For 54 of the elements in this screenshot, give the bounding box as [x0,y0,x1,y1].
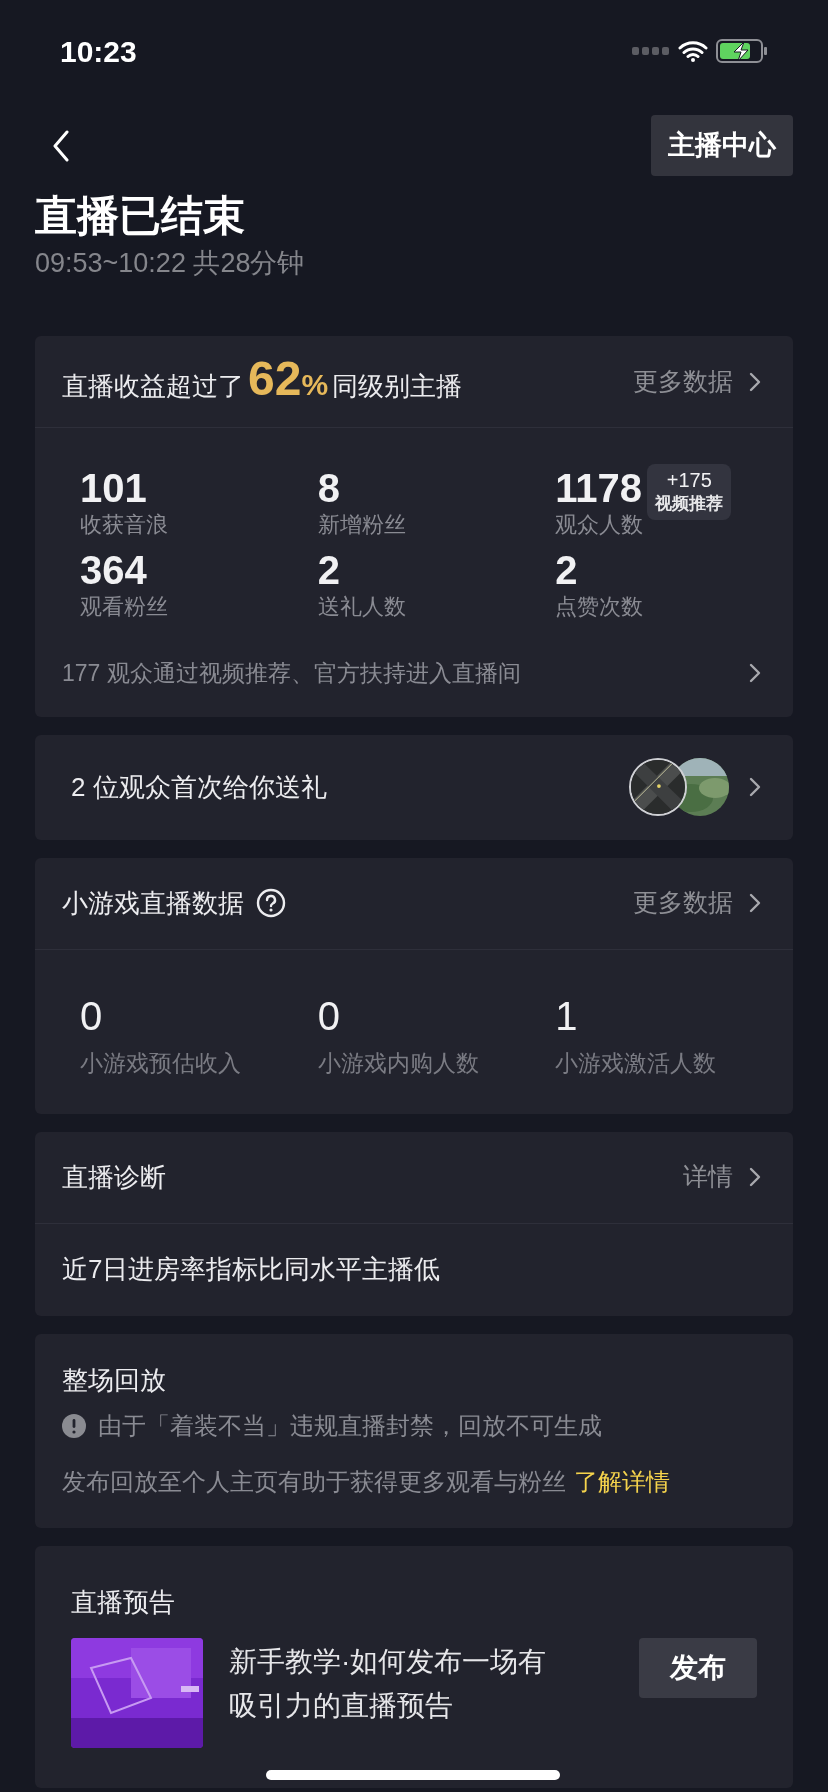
chevron-right-icon [749,777,761,797]
card-title: 直播诊断 [62,1160,166,1194]
chevron-right-icon [749,663,761,684]
stat-label: 小游戏内购人数 [317,1048,480,1078]
stat-label: 收获音浪 [80,511,168,539]
stat-value: 1 [555,992,579,1040]
stat-value: 364 [80,548,148,592]
help-icon[interactable] [256,888,286,918]
warning-icon [62,1413,86,1438]
stat-value: 8 [317,466,341,510]
badge-label: 视频推荐 [655,493,724,515]
stat-label: 新增粉丝 [317,511,406,539]
signal-icon [632,47,670,55]
details-link[interactable]: 详情 [683,1158,733,1196]
gift-text: 2 位观众首次给你送礼 [71,770,327,804]
chevron-right-icon [749,893,761,913]
stat-label: 观众人数 [555,511,644,539]
chevron-right-icon [749,371,761,392]
learn-more-link[interactable]: 了解详情 [574,1463,670,1500]
stream-time: 09:53~10:22 共28分钟 [35,247,306,280]
card-title: 小游戏直播数据 [62,886,244,920]
more-data-link[interactable]: 更多数据 [633,362,733,401]
streamer-center-button[interactable]: 主播中心 [651,115,793,176]
stat-value: 2 [317,548,341,592]
stat-label: 小游戏激活人数 [555,1048,718,1078]
stat-label: 观看粉丝 [80,593,168,621]
badge-value: +175 [666,468,712,492]
viewer-source-text: 177 观众通过视频推荐、官方扶持进入直播间 [62,659,521,688]
stat-value: 0 [80,992,104,1040]
battery-charging-icon [716,39,768,63]
stat-value: 0 [317,992,341,1040]
revenue-percent: 62% [248,353,329,407]
chevron-right-icon [749,1167,761,1187]
stat-value: 101 [80,466,148,510]
more-data-link[interactable]: 更多数据 [633,884,733,922]
stat-value: 2 [555,548,579,592]
stat-label: 送礼人数 [317,593,406,621]
revenue-text: 同级别主播 [332,369,463,403]
stat-value: 1178 [555,466,644,510]
card-title: 直播预告 [71,1585,176,1619]
status-time: 10:23 [60,33,137,70]
replay-tip: 发布回放至个人主页有助于获得更多观看与粉丝 [62,1466,566,1497]
stat-label: 点赞次数 [555,593,644,621]
diagnosis-message: 近7日进房率指标比同水平主播低 [62,1253,441,1286]
stat-label: 小游戏预估收入 [80,1048,242,1078]
card-title: 整场回放 [62,1363,167,1397]
revenue-text: 直播收益超过了 [62,369,244,403]
gift-card[interactable]: 2 位观众首次给你送礼 [35,734,793,840]
page-title: 直播已结束 [35,191,246,241]
publish-button[interactable]: 发布 [639,1637,757,1698]
preview-tutorial-title: 新手教学·如何发布一场有吸引力的直播预告 [229,1644,548,1723]
back-icon[interactable] [52,129,70,162]
warning-text: 由于「着装不当」违规直播封禁，回放不可生成 [98,1410,602,1441]
wifi-icon [678,40,708,62]
